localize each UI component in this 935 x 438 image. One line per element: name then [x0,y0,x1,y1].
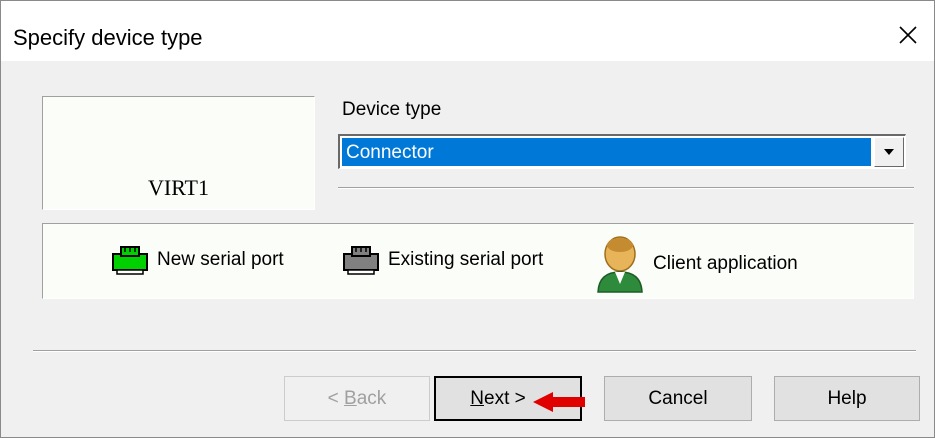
bottom-separator [33,350,916,352]
back-prefix: < [327,387,345,409]
client-application-icon [595,234,645,294]
next-accel: N [470,387,484,409]
chevron-down-icon [884,149,894,155]
back-button[interactable]: < Back [284,376,430,421]
serial-port-new-icon [111,244,149,276]
legend-client-application: Client application [595,234,798,294]
device-type-select[interactable]: Connector [338,134,906,169]
cancel-button[interactable]: Cancel [604,376,752,421]
device-type-selected-value: Connector [342,138,871,166]
red-arrow-icon [533,392,585,412]
help-button[interactable]: Help [774,376,920,421]
back-rest: ack [356,387,387,409]
device-preview-box: VIRT1 [42,96,315,210]
close-icon [899,26,917,44]
device-type-dropdown-button[interactable] [874,137,904,167]
legend-new-serial-port: New serial port [111,244,284,276]
device-type-label: Device type [342,99,442,120]
next-rest: ext > [484,387,526,409]
back-accel: B [344,387,357,409]
next-button-label: Next > [470,388,525,410]
title-bar: Specify device type [1,1,934,61]
device-name: VIRT1 [147,175,209,200]
help-label: Help [827,387,867,409]
legend-label: Client application [653,253,798,274]
legend-label: Existing serial port [388,249,544,270]
specify-device-type-dialog: Specify device type VIRT1 Device type Co… [0,0,935,438]
legend-label: New serial port [157,249,284,270]
close-button[interactable] [890,17,926,53]
back-button-label: < Back [328,388,387,410]
top-separator [338,187,914,189]
cancel-label: Cancel [648,387,708,409]
device-legend: New serial port Existing serial port Cli… [42,223,914,299]
dialog-title: Specify device type [13,25,203,50]
legend-existing-serial-port: Existing serial port [342,244,543,276]
serial-port-existing-icon [342,244,380,276]
